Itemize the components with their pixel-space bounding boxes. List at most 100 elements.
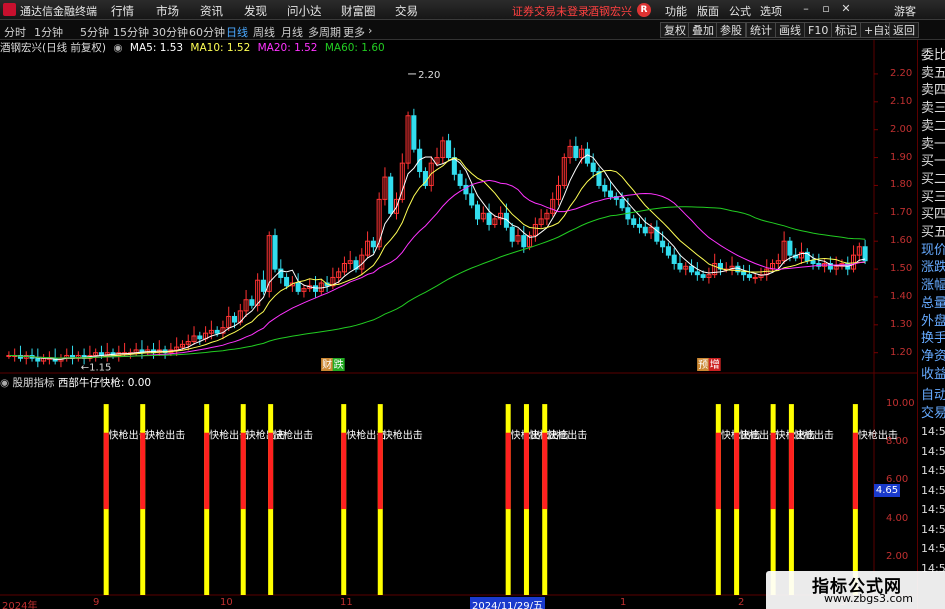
chevron-right-icon[interactable]: › [368, 24, 372, 37]
candle-body [295, 282, 301, 292]
indicator-tick-label: 8.00 [886, 436, 909, 448]
auto-trade-label[interactable]: 交易 [921, 402, 945, 421]
tab-5min[interactable]: 5分钟 [80, 24, 109, 40]
quote-field-label: 委比 [921, 48, 945, 63]
candle-body [197, 335, 203, 340]
signal-bar-red [240, 432, 246, 510]
signal-label: 快枪出击 [383, 428, 423, 441]
indicator-name[interactable]: 股朋指标 [13, 377, 55, 389]
menu-wenxiaoda[interactable]: 问小达 [287, 3, 322, 19]
trade-time: 14:56 [921, 522, 945, 536]
candle-body [631, 218, 637, 225]
tab-daily[interactable]: 日线 [226, 24, 248, 40]
candle-body [700, 274, 706, 278]
guest-label[interactable]: 游客 [894, 3, 916, 19]
tab-weekly[interactable]: 周线 [253, 24, 275, 40]
huaxian-button[interactable]: 画线 [775, 22, 805, 38]
biaoji-button[interactable]: 标记 [831, 22, 861, 38]
menu-hangqing[interactable]: 行情 [111, 3, 134, 19]
login-alert[interactable]: 证券交易未登录 [512, 3, 589, 19]
close-icon[interactable]: ✕ [839, 2, 853, 16]
tongji-button[interactable]: 统计 [746, 22, 776, 38]
quote-field-label: 买五 [921, 225, 945, 240]
indicator-tick-label: 10.00 [886, 398, 915, 410]
trade-time: 14:56 [921, 483, 945, 497]
menu-shichang[interactable]: 市场 [156, 3, 179, 19]
candle-body [642, 226, 648, 234]
tab-1min[interactable]: 1分钟 [34, 24, 63, 40]
price-tick-label: 1.30 [890, 318, 913, 330]
tab-60min[interactable]: 60分钟 [189, 24, 225, 40]
indicator-settings-icon[interactable]: ◉ [0, 377, 9, 389]
x-tick-label: 2 [738, 597, 745, 608]
quote-field-label: 买一 [921, 154, 945, 170]
high-label: 2.20 [418, 70, 440, 81]
x-tick-label: 10 [220, 597, 233, 608]
tab-15min[interactable]: 15分钟 [113, 24, 149, 40]
restore-icon[interactable]: ▫ [819, 2, 833, 16]
indicator-header: ◉ 股朋指标 西部牛仔快枪: 0.00 [0, 375, 151, 390]
signal-label: 快枪出击 [145, 428, 185, 441]
indicator-tick-label: 4.00 [886, 512, 909, 524]
candle-body [446, 140, 452, 159]
trade-time: 14:56 [921, 542, 945, 555]
signal-bar-red [734, 432, 740, 510]
quote-field-label: 收益 [921, 366, 945, 382]
candle-body [214, 329, 220, 334]
menu-xuanxiang[interactable]: 选项 [760, 3, 782, 19]
tab-30min[interactable]: 30分钟 [152, 24, 188, 40]
f10-button[interactable]: F10 [804, 22, 833, 38]
x-tick-label: 2024/11/29/五 [470, 597, 546, 609]
auto-trade-label[interactable]: 自动 [921, 384, 945, 403]
candle-body [312, 285, 319, 292]
r-badge-icon[interactable]: R [637, 3, 651, 17]
menu-caifuquan[interactable]: 财富圈 [341, 3, 376, 19]
candle-body [810, 260, 816, 264]
signal-bar-red [268, 432, 274, 510]
signal-bar-red [852, 432, 858, 510]
menu-zixun[interactable]: 资讯 [200, 3, 223, 19]
candle-body [660, 240, 666, 248]
event-badge-label: 预 [698, 359, 708, 371]
menu-gongneng[interactable]: 功能 [665, 3, 687, 19]
signal-bar-red [377, 432, 383, 510]
candle-body [231, 315, 238, 323]
candle-body [689, 265, 695, 273]
signal-bar-red [140, 432, 146, 510]
signal-label: 快枪出击 [547, 428, 587, 441]
candle-body [671, 254, 677, 264]
signal-bar-red [770, 432, 776, 510]
quote-field-label: 现价 [921, 242, 945, 258]
candlestick-chart[interactable]: 2.20←1.15 财跌预增快枪出击快枪出击 快枪出击快枪出击快枪出击 快枪出击快枪出… [0, 40, 917, 597]
quote-field-label: 卖四 [921, 83, 945, 99]
tab-fenshi[interactable]: 分时 [4, 24, 26, 40]
minimize-icon[interactable]: – [799, 2, 813, 16]
candle-body [752, 276, 758, 279]
menu-bar: 通达信金融终端 行情 市场 资讯 发现 问小达 财富圈 交易 证券交易未登录 酒… [0, 0, 945, 20]
candle-body [284, 276, 290, 287]
candle-body [636, 223, 643, 228]
candle-body [741, 271, 747, 276]
diejia-button[interactable]: 叠加 [688, 22, 718, 38]
back-button[interactable]: 返回 [889, 22, 919, 38]
menu-jiaoyi[interactable]: 交易 [395, 3, 418, 19]
indicator-current-value: 4.65 [874, 484, 900, 497]
candle-body [619, 198, 625, 209]
signal-bar-red [341, 432, 347, 510]
price-tick-label: 1.50 [890, 263, 913, 275]
menu-banmian[interactable]: 版面 [697, 3, 719, 19]
quote-field-label: 卖一 [921, 136, 945, 152]
tab-multi-period[interactable]: 多周期 [308, 24, 341, 40]
tab-monthly[interactable]: 月线 [281, 24, 303, 40]
menu-faxian[interactable]: 发现 [244, 3, 267, 19]
tab-more[interactable]: 更多 [343, 24, 365, 40]
candle-body [694, 271, 700, 276]
menu-gongshi[interactable]: 公式 [729, 3, 751, 19]
candle-body [746, 274, 752, 278]
x-tick-label: 1 [620, 597, 627, 608]
canggu-button[interactable]: 参股 [716, 22, 746, 38]
fuquan-button[interactable]: 复权 [660, 22, 690, 38]
price-tick-label: 2.10 [890, 95, 913, 107]
price-tick-label: 1.80 [890, 179, 913, 191]
quote-field-label: 买四 [921, 207, 945, 223]
